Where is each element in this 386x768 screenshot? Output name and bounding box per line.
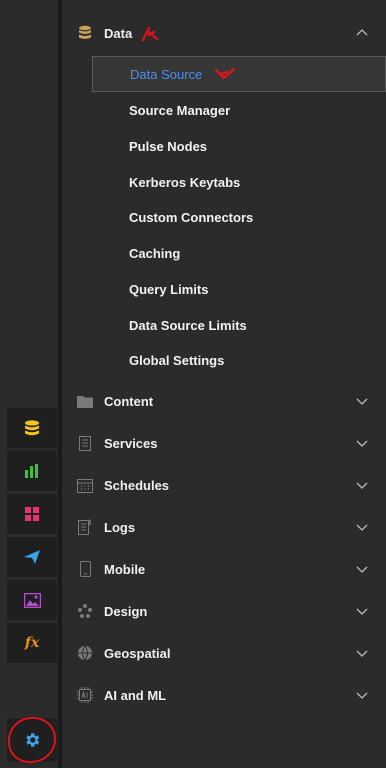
database-icon [25,420,39,436]
mobile-icon [76,560,94,578]
dashboard-rail-button[interactable] [7,494,57,534]
section-label: Design [104,603,148,619]
menu-item-label: Global Settings [129,352,225,368]
palette-icon [76,602,94,620]
section-label: Mobile [104,561,146,577]
document-icon [76,434,94,452]
section-design[interactable]: Design [62,590,386,632]
menu-item-label: Query Limits [129,281,209,297]
menu-item-global-settings[interactable]: Global Settings [92,342,386,378]
section-services[interactable]: Services [62,422,386,464]
chevron-down-icon [356,482,368,489]
data-rail-button[interactable] [7,408,57,448]
annotation-mark [141,26,159,42]
section-content[interactable]: Content [62,380,386,422]
log-file-icon [76,518,94,536]
menu-item-label: Data Source [130,66,203,82]
chevron-down-icon [356,524,368,531]
folder-icon [76,392,94,410]
section-label: Schedules [104,477,170,493]
database-icon [76,24,94,42]
menu-item-label: Caching [129,245,181,261]
calendar-icon [76,476,94,494]
chevron-down-icon [356,608,368,615]
menu-item-query-limits[interactable]: Query Limits [92,271,386,307]
menu-item-label: Custom Connectors [129,209,254,225]
section-label: Geospatial [104,645,171,661]
menu-item-caching[interactable]: Caching [92,235,386,271]
section-data[interactable]: Data [62,12,386,54]
menu-item-data-source-limits[interactable]: Data Source Limits [92,307,386,343]
annotation-mark [214,67,236,80]
menu-item-data-source[interactable]: Data Source [92,56,386,92]
publish-rail-button[interactable] [7,537,57,577]
section-label: Content [104,393,154,409]
grid-icon [25,507,39,521]
menu-item-label: Pulse Nodes [129,138,208,154]
icon-rail: fx [0,0,58,768]
globe-icon [76,644,94,662]
section-ai-and-ml[interactable]: AI and ML [62,674,386,716]
function-icon: fx [24,635,40,651]
image-icon [23,592,41,608]
menu-item-kerberos-keytabs[interactable]: Kerberos Keytabs [92,164,386,200]
section-data-label: Data [104,25,133,41]
menu-item-custom-connectors[interactable]: Custom Connectors [92,199,386,235]
section-label: AI and ML [104,687,167,703]
section-schedules[interactable]: Schedules [62,464,386,506]
gear-icon [26,733,40,747]
menu-item-label: Data Source Limits [129,317,247,333]
chevron-down-icon [356,440,368,447]
settings-nav-panel: Data Data Source Source Manager Pulse No… [62,0,386,768]
menu-item-pulse-nodes[interactable]: Pulse Nodes [92,128,386,164]
formula-rail-button[interactable]: fx [7,623,57,663]
chart-rail-button[interactable] [7,451,57,491]
chevron-up-icon [356,29,368,36]
menu-item-label: Source Manager [129,102,231,118]
section-label: Services [104,435,158,451]
chevron-down-icon [356,650,368,657]
paper-plane-icon [24,550,40,564]
chevron-down-icon [356,692,368,699]
image-rail-button[interactable] [7,580,57,620]
settings-rail-button[interactable] [7,718,57,762]
bar-chart-icon [25,464,38,478]
section-logs[interactable]: Logs [62,506,386,548]
chevron-down-icon [356,566,368,573]
section-label: Logs [104,519,136,535]
menu-item-label: Kerberos Keytabs [129,174,241,190]
section-geospatial[interactable]: Geospatial [62,632,386,674]
ai-chip-icon [76,686,94,704]
chevron-down-icon [356,398,368,405]
section-mobile[interactable]: Mobile [62,548,386,590]
menu-item-source-manager[interactable]: Source Manager [92,92,386,128]
